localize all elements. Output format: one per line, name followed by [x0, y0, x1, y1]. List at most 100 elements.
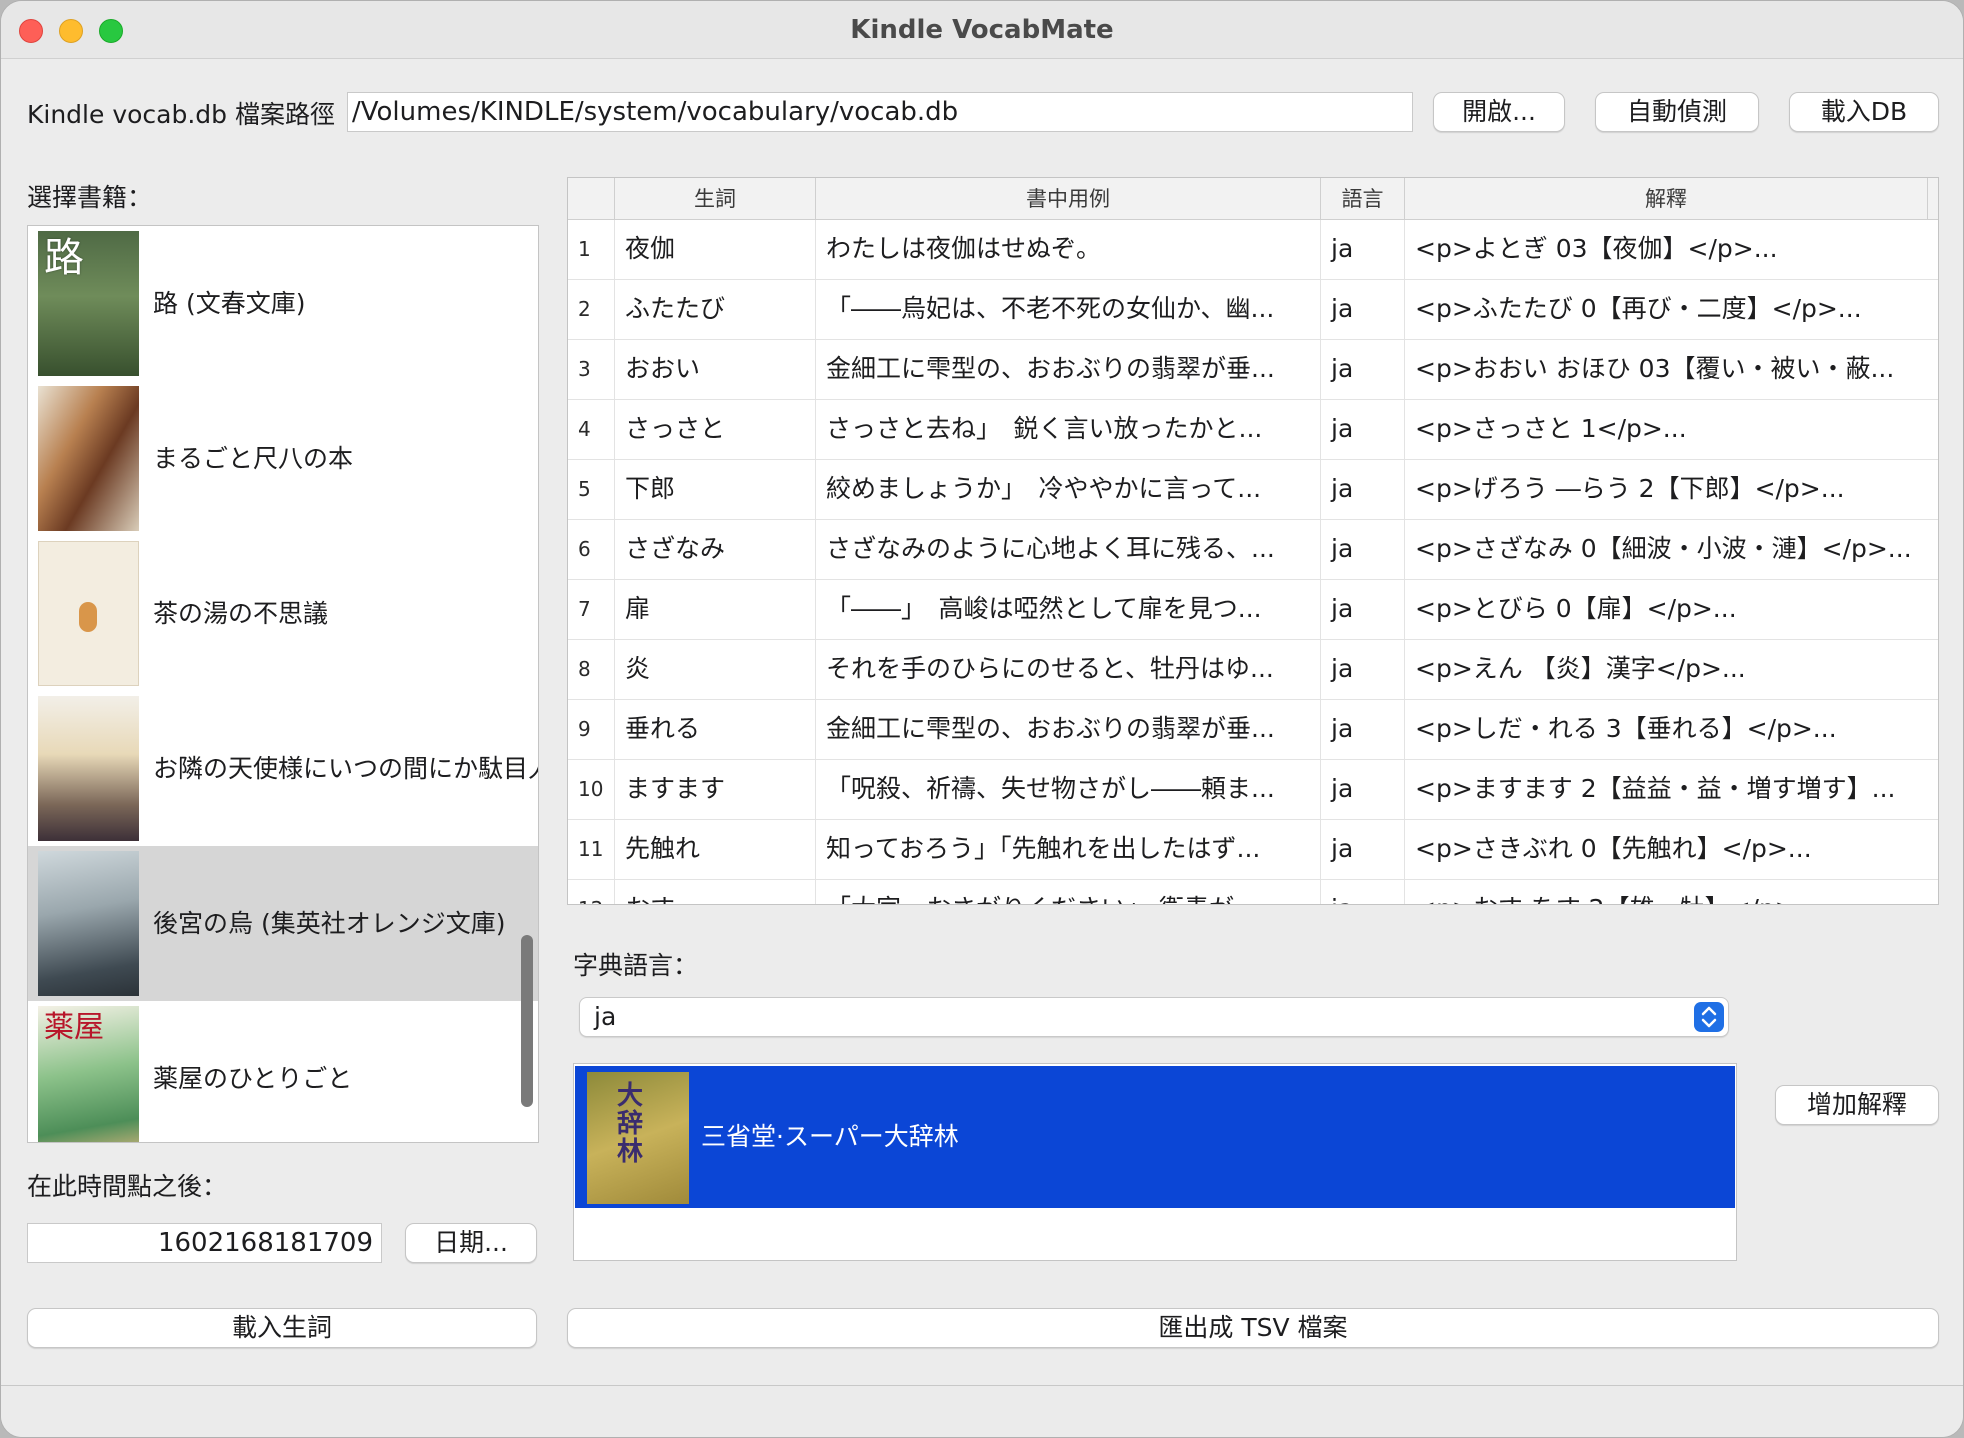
open-file-button[interactable]: 開啟... [1433, 92, 1565, 132]
cell-usage[interactable]: それを手のひらにのせると、牡丹はゆ... [815, 640, 1320, 700]
cell-usage[interactable]: 「――」 高峻は啞然として扉を見つ... [815, 580, 1320, 640]
cell-language[interactable]: ja [1320, 280, 1404, 340]
cell-language[interactable]: ja [1320, 760, 1404, 820]
cell-word[interactable]: さざなみ [614, 520, 815, 580]
column-header-word[interactable]: 生詞 [614, 178, 815, 220]
column-header-usage[interactable]: 書中用例 [815, 178, 1320, 220]
cell-definition[interactable]: <p>とびら 0【扉】</p>... [1404, 580, 1928, 640]
cell-language[interactable]: ja [1320, 880, 1404, 904]
table-row[interactable]: 7 扉「――」 高峻は啞然として扉を見つ... ja <p>とびら 0【扉】</p>.… [568, 580, 1938, 640]
cell-definition[interactable]: <p>おおい おほひ 03【覆い・被い・蔽... [1404, 340, 1928, 400]
table-row[interactable]: 10 ますます 「呪殺、祈禱、失せ物さがし――頼ま... ja <p>ますます 2【益益… [568, 760, 1938, 820]
cell-definition[interactable]: <p>えん 【炎】漢字</p>... [1404, 640, 1928, 700]
cell-usage[interactable]: 「大家、おさがりください」 衛青が... [815, 880, 1320, 904]
row-number: 3 [578, 357, 591, 381]
table-row[interactable]: 3 おおい 金細工に雫型の、おおぶりの翡翠が垂... ja <p>おおい おほひ 03【… [568, 340, 1938, 400]
book-item[interactable]: 薬屋 薬屋のひとりごと [28, 1001, 538, 1142]
book-title: まるごと尺八の本 [153, 444, 354, 473]
vocab-table[interactable]: 生詞 書中用例 語言 解釋 1 夜伽 わたしは夜伽はせぬぞ。 ja <p>よとぎ 03【… [567, 177, 1939, 905]
book-item[interactable]: まるごと尺八の本 [28, 381, 538, 536]
window-title: Kindle VocabMate [850, 15, 1114, 45]
dictionary-language-select[interactable]: ja [579, 997, 1729, 1037]
dictionary-item-selected[interactable]: 大辞林 三省堂·スーパー大辞林 [575, 1066, 1735, 1208]
cell-definition[interactable]: <p>おす をす 2【雄・牡】</p>... [1404, 880, 1928, 904]
cell-usage[interactable]: 「――烏妃は、不老不死の女仙か、幽... [815, 280, 1320, 340]
table-row[interactable]: 6 さざなみ さざなみのように心地よく耳に残る、... ja <p>さざなみ 0【細波・… [568, 520, 1938, 580]
book-list-scrollbar[interactable] [521, 935, 533, 1107]
book-list[interactable]: 路 路 (文春文庫) まるごと尺八の本 茶の湯の不思議 お隣の天使様にいつの間に… [27, 225, 539, 1143]
auto-detect-button[interactable]: 自動偵測 [1595, 92, 1759, 132]
load-words-button[interactable]: 載入生詞 [27, 1308, 537, 1348]
cell-definition[interactable]: <p>ふたたび 0【再び・二度】</p>... [1404, 280, 1928, 340]
date-picker-button[interactable]: 日期... [405, 1223, 537, 1263]
column-header-definition[interactable]: 解釋 [1404, 178, 1928, 220]
cell-definition[interactable]: <p>さっさと 1</p>... [1404, 400, 1928, 460]
cell-definition[interactable]: <p>さざなみ 0【細波・小波・漣】</p>... [1404, 520, 1928, 580]
cell-language[interactable]: ja [1320, 640, 1404, 700]
cell-usage[interactable]: さざなみのように心地よく耳に残る、... [815, 520, 1320, 580]
book-item[interactable]: お隣の天使様にいつの間にか駄目人 [28, 691, 538, 846]
cell-word[interactable]: おす [614, 880, 815, 904]
cell-usage[interactable]: わたしは夜伽はせぬぞ。 [815, 220, 1320, 280]
cell-language[interactable]: ja [1320, 220, 1404, 280]
book-item[interactable]: 茶の湯の不思議 [28, 536, 538, 691]
row-number: 11 [578, 837, 604, 861]
load-db-button[interactable]: 載入DB [1789, 92, 1939, 132]
cell-usage[interactable]: 金細工に雫型の、おおぶりの翡翠が垂... [815, 340, 1320, 400]
cell-word[interactable]: おおい [614, 340, 815, 400]
table-row[interactable]: 9 垂れる 金細工に雫型の、おおぶりの翡翠が垂... ja <p>しだ・れる 3【垂れる… [568, 700, 1938, 760]
row-number: 7 [578, 597, 591, 621]
cell-definition[interactable]: <p>げろう ―らう 2【下郎】</p>... [1404, 460, 1928, 520]
book-title: 後宮の烏 (集英社オレンジ文庫) [153, 909, 506, 938]
table-header: 生詞 書中用例 語言 解釋 [568, 178, 1938, 220]
cell-language[interactable]: ja [1320, 340, 1404, 400]
book-item-selected[interactable]: 後宮の烏 (集英社オレンジ文庫) [28, 846, 538, 1001]
cell-word[interactable]: 夜伽 [614, 220, 815, 280]
export-tsv-button[interactable]: 匯出成 TSV 檔案 [567, 1308, 1939, 1348]
table-row[interactable]: 2 ふたたび 「――烏妃は、不老不死の女仙か、幽... ja <p>ふたたび 0【再び・… [568, 280, 1938, 340]
cell-word[interactable]: さっさと [614, 400, 815, 460]
cell-word[interactable]: 垂れる [614, 700, 815, 760]
book-cover-image [38, 696, 139, 841]
selected-language: ja [594, 1002, 617, 1031]
table-row[interactable]: 12おす「大家、おさがりください」 衛青が...ja<p>おす をす 2【雄・牡… [568, 880, 1938, 904]
table-row[interactable]: 5 下郎 絞めましょうか」 冷ややかに言って... ja <p>げろう ―らう 2【下郎… [568, 460, 1938, 520]
cell-language[interactable]: ja [1320, 700, 1404, 760]
add-definition-button[interactable]: 增加解釋 [1775, 1085, 1939, 1125]
cell-usage[interactable]: 金細工に雫型の、おおぶりの翡翠が垂... [815, 700, 1320, 760]
book-item[interactable]: 路 路 (文春文庫) [28, 226, 538, 381]
cell-language[interactable]: ja [1320, 520, 1404, 580]
row-number: 12 [568, 880, 614, 904]
cell-definition[interactable]: <p>ますます 2【益益・益・増す増す】... [1404, 760, 1928, 820]
cell-definition[interactable]: <p>よとぎ 03【夜伽】</p>... [1404, 220, 1928, 280]
timestamp-input[interactable]: 1602168181709 [27, 1223, 382, 1263]
cell-usage[interactable]: 「呪殺、祈禱、失せ物さがし――頼ま... [815, 760, 1320, 820]
row-number: 9 [578, 717, 591, 741]
row-number: 1 [578, 237, 591, 261]
dictionary-list[interactable]: 大辞林 三省堂·スーパー大辞林 [573, 1063, 1737, 1261]
cell-language[interactable]: ja [1320, 400, 1404, 460]
cell-usage[interactable]: 絞めましょうか」 冷ややかに言って... [815, 460, 1320, 520]
cell-definition[interactable]: <p>さきぶれ 0【先触れ】</p>... [1404, 820, 1928, 880]
cell-usage[interactable]: 知っておろう」「先触れを出したはず... [815, 820, 1320, 880]
updown-chevron-icon [1694, 1002, 1724, 1032]
cell-language[interactable]: ja [1320, 820, 1404, 880]
select-books-label: 選擇書籍： [27, 183, 153, 212]
cell-word[interactable]: ふたたび [614, 280, 815, 340]
db-path-input[interactable]: /Volumes/KINDLE/system/vocabulary/vocab.… [347, 92, 1413, 132]
cell-usage[interactable]: さっさと去ね」 鋭く言い放ったかと... [815, 400, 1320, 460]
table-row[interactable]: 11 先触れ 知っておろう」「先触れを出したはず... ja <p>さきぶれ 0【先触れ… [568, 820, 1938, 880]
cell-word[interactable]: 先触れ [614, 820, 815, 880]
table-row[interactable]: 4 さっさと さっさと去ね」 鋭く言い放ったかと... ja <p>さっさと 1</p>… [568, 400, 1938, 460]
cell-language[interactable]: ja [1320, 460, 1404, 520]
column-header-language[interactable]: 語言 [1320, 178, 1404, 220]
table-row[interactable]: 8 炎それを手のひらにのせると、牡丹はゆ... ja <p>えん 【炎】漢字</p>.… [568, 640, 1938, 700]
cell-language[interactable]: ja [1320, 580, 1404, 640]
cell-word[interactable]: 下郎 [614, 460, 815, 520]
cell-word[interactable]: 炎 [614, 640, 815, 700]
table-row[interactable]: 1 夜伽 わたしは夜伽はせぬぞ。 ja <p>よとぎ 03【夜伽】</p>... [568, 220, 1938, 280]
cell-word[interactable]: 扉 [614, 580, 815, 640]
cell-definition[interactable]: <p>しだ・れる 3【垂れる】</p>... [1404, 700, 1928, 760]
book-cover-image: 路 [38, 231, 139, 376]
cell-word[interactable]: ますます [614, 760, 815, 820]
